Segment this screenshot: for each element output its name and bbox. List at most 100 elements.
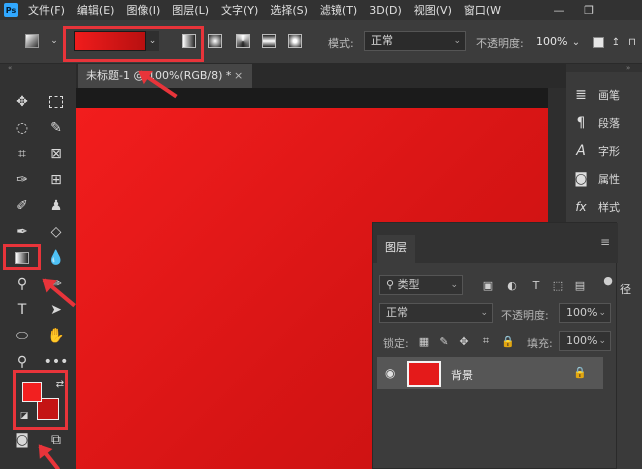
marquee-tool-icon[interactable] bbox=[46, 92, 66, 112]
restore-button[interactable]: ❐ bbox=[574, 0, 604, 20]
dock-paragraph-label: 段落 bbox=[598, 117, 620, 130]
move-tool-icon[interactable]: ✥ bbox=[12, 92, 32, 112]
close-tab-icon[interactable]: × bbox=[234, 64, 243, 88]
dock-styles-label: 样式 bbox=[598, 201, 620, 214]
dock-paths-partial[interactable]: 径 bbox=[620, 276, 640, 302]
reverse-checkbox[interactable] bbox=[588, 32, 608, 52]
filter-adjustment-icon[interactable]: ◐ bbox=[505, 278, 519, 292]
toolbar-collapse-strip[interactable]: « bbox=[0, 64, 76, 72]
lock-position-icon[interactable]: ✥ bbox=[457, 334, 471, 348]
layer-opacity-field[interactable]: 100% ⌄ bbox=[559, 303, 611, 323]
character-icon: A bbox=[576, 143, 586, 159]
lock-all-icon[interactable]: 🔒 bbox=[501, 334, 515, 348]
blur-tool-icon[interactable]: 💧 bbox=[46, 248, 66, 268]
menu-edit[interactable]: 编辑(E) bbox=[77, 2, 115, 18]
chevron-down-icon: ⌄ bbox=[450, 280, 458, 290]
type-tool-icon[interactable]: T bbox=[12, 300, 32, 320]
dodge-tool-icon[interactable]: ⚲ bbox=[12, 274, 32, 294]
lock-transparent-icon[interactable]: ▦ bbox=[417, 334, 431, 348]
frame-tool-icon[interactable]: ⊠ bbox=[46, 144, 66, 164]
dock-paragraph[interactable]: ¶ 段落 bbox=[570, 110, 640, 136]
search-icon: ⚲ bbox=[386, 278, 398, 291]
healing-brush-tool-icon[interactable]: ⊞ bbox=[46, 170, 66, 190]
filter-shape-icon[interactable]: ⬚ bbox=[551, 278, 565, 292]
panel-menu-icon[interactable]: ≡ bbox=[600, 235, 610, 249]
dock-properties[interactable]: ◙ 属性 bbox=[570, 166, 640, 192]
dock-collapse-strip[interactable]: » bbox=[566, 64, 642, 72]
dock-character[interactable]: A 字形 bbox=[570, 138, 640, 164]
chevron-down-icon: ⌄ bbox=[598, 308, 606, 318]
chevron-down-icon: ⌄ bbox=[598, 336, 606, 346]
dock-styles[interactable]: fx 样式 bbox=[570, 194, 640, 220]
eye-icon[interactable]: ◉ bbox=[385, 366, 395, 380]
filter-toggle-icon[interactable]: ● bbox=[601, 273, 615, 287]
brush-tool-icon[interactable]: ✐ bbox=[12, 196, 32, 216]
mode-label: 模式: bbox=[328, 37, 354, 50]
crop-tool-icon[interactable]: ⌗ bbox=[12, 144, 32, 164]
menu-3d[interactable]: 3D(D) bbox=[369, 4, 402, 17]
opacity-dropdown-icon[interactable]: ⌄ bbox=[566, 32, 586, 52]
eraser-tool-icon[interactable]: ◇ bbox=[46, 222, 66, 242]
diamond-gradient-button[interactable] bbox=[288, 34, 302, 48]
mode-value: 正常 bbox=[371, 34, 393, 47]
stamp-tool-icon[interactable]: ♟ bbox=[46, 196, 66, 216]
document-tab[interactable]: 未标题-1 @ 100%(RGB/8) * bbox=[78, 64, 252, 88]
blend-mode-value: 正常 bbox=[386, 306, 408, 319]
menu-select[interactable]: 选择(S) bbox=[270, 2, 308, 18]
tool-preset-icon[interactable] bbox=[22, 31, 42, 51]
dock-character-label: 字形 bbox=[598, 145, 620, 158]
layer-thumbnail bbox=[407, 361, 441, 387]
dock-brush[interactable]: ≣ 画笔 bbox=[570, 82, 640, 108]
lasso-tool-icon[interactable]: ◌ bbox=[12, 118, 32, 138]
filter-pixel-icon[interactable]: ▣ bbox=[481, 278, 495, 292]
menu-file[interactable]: 文件(F) bbox=[28, 2, 65, 18]
fx-icon: fx bbox=[575, 200, 587, 214]
fill-field[interactable]: 100% ⌄ bbox=[559, 331, 611, 351]
photoshop-logo-icon: Ps bbox=[4, 3, 18, 17]
menu-image[interactable]: 图像(I) bbox=[126, 2, 160, 18]
more-tools-icon[interactable]: ••• bbox=[44, 352, 69, 372]
path-select-tool-icon[interactable]: ➤ bbox=[46, 300, 66, 320]
brush-icon: ≣ bbox=[575, 87, 587, 103]
filter-type-icon[interactable]: T bbox=[529, 278, 543, 292]
gradient-tool-highlight-box bbox=[3, 244, 41, 270]
eyedropper-tool-icon[interactable]: ✑ bbox=[12, 170, 32, 190]
menu-type[interactable]: 文字(Y) bbox=[221, 2, 258, 18]
ellipse-tool-icon[interactable]: ⬭ bbox=[12, 326, 32, 346]
hand-tool-icon[interactable]: ✋ bbox=[46, 326, 66, 346]
zoom-tool-icon[interactable]: ⚲ bbox=[12, 352, 32, 372]
fill-label: 填充: bbox=[527, 337, 553, 350]
lock-artboard-icon[interactable]: ⌗ bbox=[479, 334, 493, 348]
menu-filter[interactable]: 滤镜(T) bbox=[320, 2, 357, 18]
quick-mask-icon[interactable]: ◙ bbox=[12, 430, 32, 450]
lock-pixels-icon[interactable]: ✎ bbox=[437, 334, 451, 348]
menu-window[interactable]: 窗口(W bbox=[464, 2, 501, 18]
filter-smart-object-icon[interactable]: ▤ bbox=[573, 278, 587, 292]
angle-gradient-button[interactable] bbox=[236, 34, 250, 48]
mode-select[interactable]: 正常 ⌄ bbox=[364, 31, 466, 51]
filter-kind-value: 类型 bbox=[397, 278, 420, 291]
partial-option-icon[interactable]: ⊓ bbox=[622, 32, 642, 52]
lock-label: 锁定: bbox=[383, 337, 409, 350]
layers-panel: 图层 ≡ ⚲ 类型 ⌄ ▣ ◐ T ⬚ ▤ ● 正常 ⌄ 不透明度: 100% ⌄ 锁… bbox=[372, 222, 618, 469]
blend-mode-select[interactable]: 正常 ⌄ bbox=[379, 303, 493, 323]
chevron-down-icon[interactable]: ⌄ bbox=[44, 31, 64, 51]
dock-brush-label: 画笔 bbox=[598, 89, 620, 102]
color-swatch-highlight-box bbox=[13, 370, 68, 430]
reflected-gradient-button[interactable] bbox=[262, 34, 276, 48]
history-brush-tool-icon[interactable]: ✒ bbox=[12, 222, 32, 242]
fill-value: 100% bbox=[566, 334, 598, 347]
tab-layers[interactable]: 图层 bbox=[377, 235, 415, 263]
chevron-down-icon: ⌄ bbox=[480, 308, 488, 318]
quick-select-tool-icon[interactable]: ✎ bbox=[46, 118, 66, 138]
minimize-button[interactable]: — bbox=[544, 0, 574, 20]
layer-name: 背景 bbox=[451, 369, 473, 382]
menu-layer[interactable]: 图层(L) bbox=[172, 2, 209, 18]
filter-kind-select[interactable]: ⚲ 类型 ⌄ bbox=[379, 275, 463, 295]
properties-icon: ◙ bbox=[574, 171, 588, 187]
radial-gradient-button[interactable] bbox=[208, 34, 222, 48]
opacity-value[interactable]: 100% bbox=[536, 35, 567, 48]
menu-view[interactable]: 视图(V) bbox=[414, 2, 452, 18]
lock-icon: 🔒 bbox=[573, 366, 587, 379]
chevron-down-icon: ⌄ bbox=[453, 36, 461, 46]
